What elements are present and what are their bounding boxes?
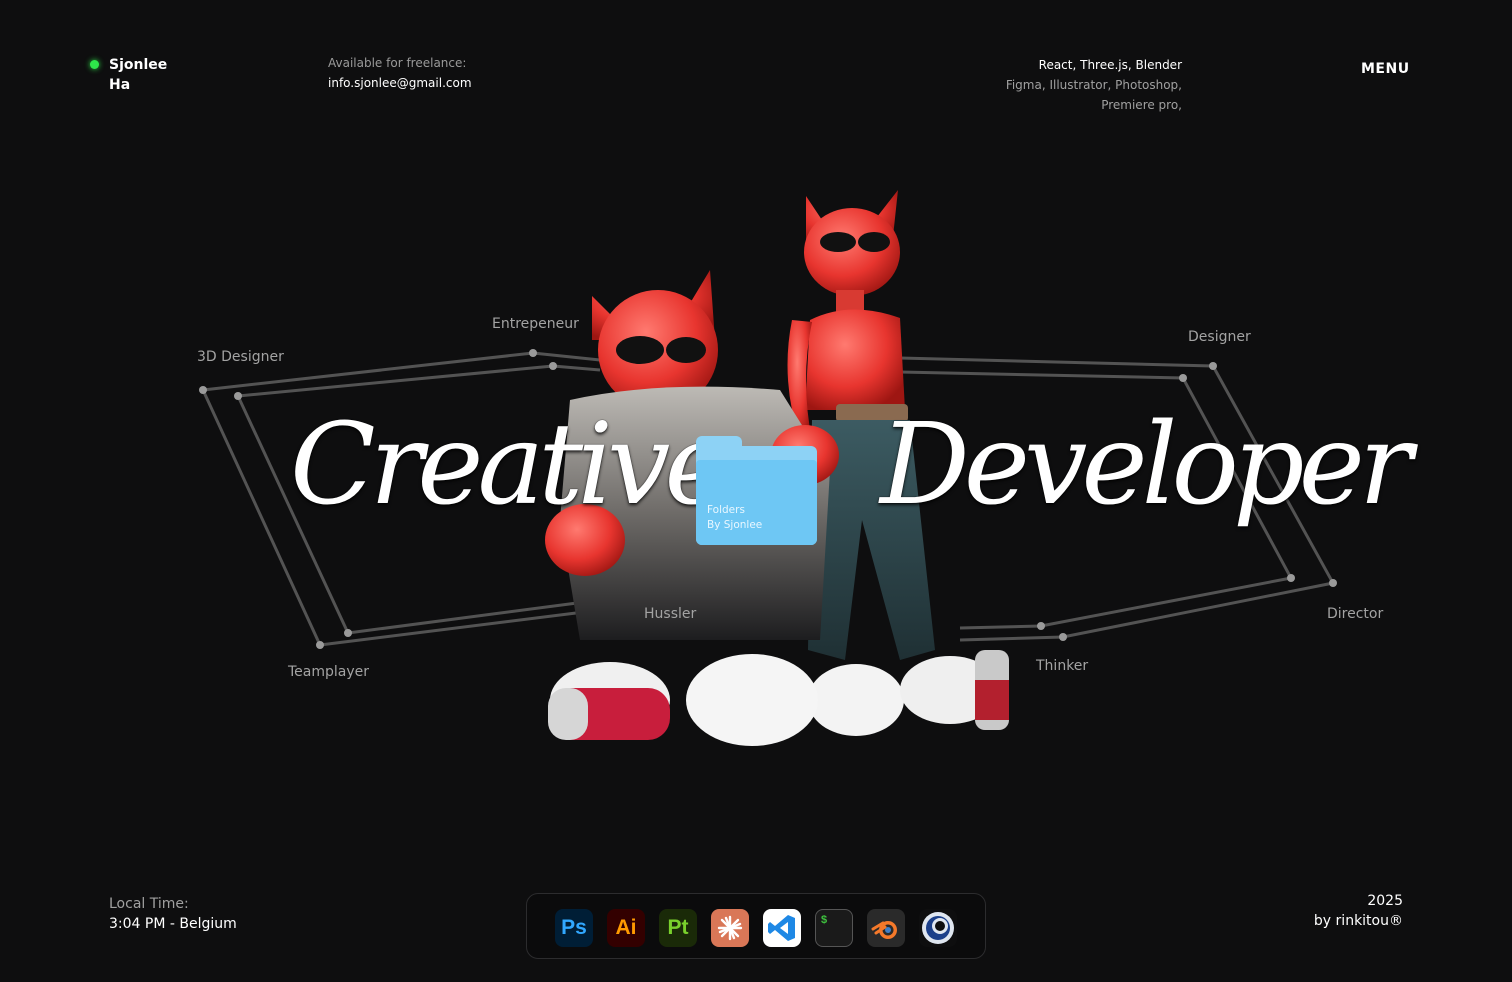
cinema4d-icon[interactable]	[919, 909, 957, 947]
premiere-tools-icon[interactable]: Pt	[659, 909, 697, 947]
local-time-value: 3:04 PM - Belgium	[109, 916, 237, 932]
vscode-icon[interactable]	[763, 909, 801, 947]
photoshop-label: Ps	[561, 916, 587, 939]
local-time: Local Time: 3:04 PM - Belgium	[109, 894, 237, 934]
app-dock: Ps Ai Pt $	[526, 893, 986, 959]
folder-label-line-2: By Sjonlee	[707, 519, 763, 531]
folder-label: Folders By Sjonlee	[707, 503, 762, 533]
blender-icon[interactable]	[867, 909, 905, 947]
photoshop-icon[interactable]: Ps	[555, 909, 593, 947]
credit-text[interactable]: by rinkitou®	[1260, 911, 1403, 931]
role-teamplayer: Teamplayer	[288, 664, 370, 680]
headline-developer: Developer	[880, 400, 1412, 530]
year: 2025	[1367, 893, 1403, 909]
role-hussler: Hussler	[644, 606, 697, 622]
headline-creative: Creative	[290, 400, 731, 530]
role-entrepeneur: Entrepeneur	[492, 316, 579, 332]
folder-label-line-1: Folders	[707, 504, 745, 516]
role-director: Director	[1327, 606, 1384, 622]
role-3d-designer: 3D Designer	[197, 349, 284, 365]
claude-icon[interactable]	[711, 909, 749, 947]
terminal-prompt: $	[821, 914, 828, 926]
credit-block: 2025 by rinkitou®	[1260, 891, 1403, 931]
terminal-icon[interactable]: $	[815, 909, 853, 947]
pt-label: Pt	[667, 916, 689, 939]
role-designer: Designer	[1188, 329, 1251, 345]
local-time-label: Local Time:	[109, 896, 189, 912]
role-thinker: Thinker	[1036, 658, 1089, 674]
illustrator-icon[interactable]: Ai	[607, 909, 645, 947]
folder-icon[interactable]: Folders By Sjonlee	[696, 436, 817, 545]
illustrator-label: Ai	[615, 916, 637, 939]
